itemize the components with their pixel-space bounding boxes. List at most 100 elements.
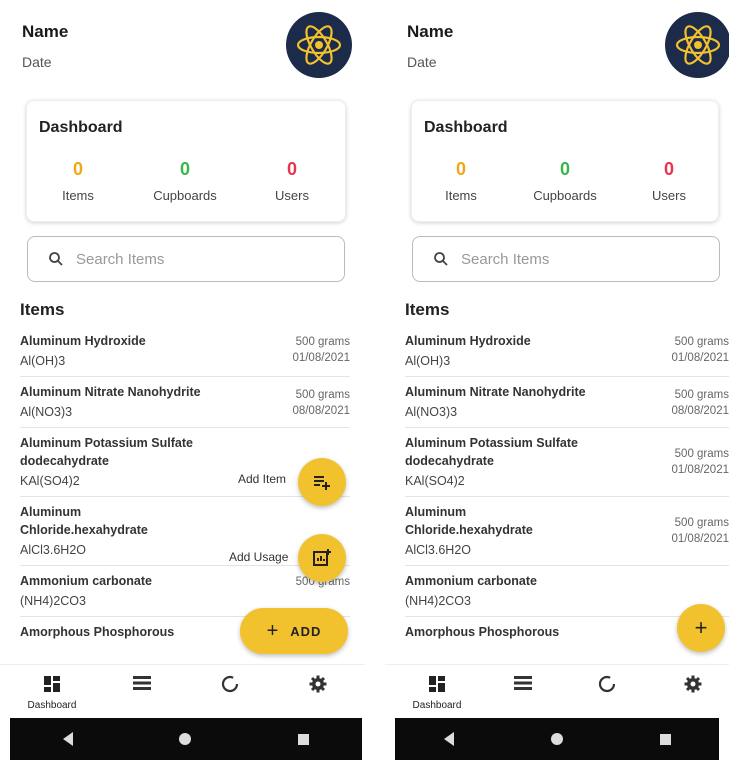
nav-list[interactable] (493, 675, 553, 696)
search-icon (434, 252, 448, 266)
add-button-label: ADD (290, 623, 322, 639)
item-quantity: 500 grams (674, 336, 729, 348)
list-item[interactable]: Ammonium carbonate (NH4)2CO3 (405, 566, 729, 617)
item-date: 08/08/2021 (292, 405, 350, 417)
stat-users[interactable]: 0 Users (624, 159, 714, 203)
user-name: Name (407, 22, 454, 41)
dashboard-card: Dashboard 0 Items 0 Cupboards 0 Users (411, 100, 719, 222)
add-button[interactable]: + ADD (240, 608, 348, 654)
stat-cupboards[interactable]: 0 Cupboards (520, 159, 610, 203)
stat-cupboards-value: 0 (559, 159, 570, 179)
stat-items[interactable]: 0 Items (33, 159, 123, 203)
stat-users-label: Users (652, 188, 686, 203)
add-usage-label: Add Usage (229, 550, 289, 564)
plus-icon: + (694, 615, 708, 640)
search-input[interactable]: Search Items (412, 236, 720, 282)
item-date: 01/08/2021 (671, 352, 729, 364)
avatar[interactable] (665, 12, 729, 78)
current-date: Date (22, 54, 52, 70)
playlist-add-icon (314, 476, 330, 490)
list-item[interactable]: 500 grams 01/08/2021 Aluminum Potassium S… (405, 428, 729, 497)
list-item[interactable]: 500 grams 08/08/2021 Aluminum Nitrate Nan… (20, 377, 350, 428)
nav-list[interactable] (112, 675, 172, 696)
recents-icon[interactable] (297, 733, 309, 745)
item-name: Aluminum Chloride.hexahydrate (405, 505, 533, 537)
add-item-button[interactable] (298, 458, 346, 506)
nav-dashboard-label: Dashboard (412, 700, 462, 711)
dashboard-title: Dashboard (39, 119, 123, 136)
items-heading: Items (20, 300, 65, 319)
recents-icon[interactable] (659, 733, 671, 745)
atom-icon (296, 25, 342, 65)
item-quantity: 500 grams (295, 336, 350, 348)
stat-items-value: 0 (72, 159, 83, 179)
list-item[interactable]: 500 grams 01/08/2021 Aluminum Hydroxide A… (405, 326, 729, 377)
nav-stats[interactable] (200, 675, 260, 698)
stat-items[interactable]: 0 Items (416, 159, 506, 203)
stat-users-value: 0 (286, 159, 297, 179)
stat-cupboards-label: Cupboards (533, 188, 597, 203)
current-date: Date (407, 54, 437, 70)
list-icon (133, 676, 151, 690)
stat-users-value: 0 (663, 159, 674, 179)
stat-cupboards-value: 0 (179, 159, 190, 179)
item-name: Aluminum Hydroxide (405, 334, 531, 348)
item-name: Amorphous Phosphorous (20, 625, 175, 639)
stat-items-label: Items (445, 188, 477, 203)
item-name: Amorphous Phosphorous (405, 625, 560, 639)
back-icon[interactable] (443, 732, 454, 746)
item-date: 01/08/2021 (671, 464, 729, 476)
avatar[interactable] (286, 12, 352, 78)
item-name: Aluminum Potassium Sulfate dodecahydrate (20, 436, 193, 468)
system-nav-bar (10, 718, 362, 760)
item-date: 08/08/2021 (671, 405, 729, 417)
nav-dashboard[interactable]: Dashboard (22, 675, 82, 711)
items-list: 500 grams 01/08/2021 Aluminum Hydroxide A… (405, 326, 729, 647)
list-item[interactable]: 500 grams 01/08/2021 Aluminum Chloride.he… (405, 497, 729, 566)
dashboard-icon (44, 676, 60, 692)
search-icon (49, 252, 63, 266)
item-name: Aluminum Hydroxide (20, 334, 146, 348)
stat-users[interactable]: 0 Users (247, 159, 337, 203)
list-item[interactable]: 500 grams 08/08/2021 Aluminum Nitrate Nan… (405, 377, 729, 428)
item-quantity: 500 grams (295, 389, 350, 401)
item-name: Aluminum Chloride.hexahydrate (20, 505, 148, 537)
user-name: Name (22, 22, 69, 41)
stat-items-value: 0 (455, 159, 466, 179)
home-icon[interactable] (550, 733, 563, 745)
nav-dashboard[interactable]: Dashboard (407, 675, 467, 711)
add-chart-icon (313, 549, 331, 566)
phone-screen-collapsed-fab: Name Date Dashboard 0 Items 0 Cupboards … (385, 0, 729, 760)
item-name: Aluminum Potassium Sulfate dodecahydrate (405, 436, 578, 468)
item-date: 01/08/2021 (671, 533, 729, 545)
item-quantity: 500 grams (674, 517, 729, 529)
add-fab-button[interactable]: + (677, 604, 725, 652)
search-input[interactable]: Search Items (27, 236, 345, 282)
nav-settings[interactable] (288, 675, 348, 698)
nav-settings[interactable] (663, 675, 723, 698)
list-item[interactable]: 500 grams 01/08/2021 Aluminum Hydroxide A… (20, 326, 350, 377)
system-nav-bar (395, 718, 719, 760)
stat-items-label: Items (62, 188, 94, 203)
plus-icon: + (266, 619, 279, 642)
item-quantity: 500 grams (674, 448, 729, 460)
item-formula: (NH4)2CO3 (405, 594, 471, 608)
dashboard-icon (429, 676, 445, 692)
search-placeholder: Search Items (461, 250, 550, 268)
phone-screen-expanded-fab: Name Date Dashboard 0 Items 0 Cupboards … (0, 0, 365, 760)
item-name: Aluminum Nitrate Nanohydrite (405, 385, 586, 399)
stat-users-label: Users (275, 188, 309, 203)
atom-icon (675, 25, 721, 65)
search-placeholder: Search Items (76, 250, 165, 268)
donut-chart-icon (221, 675, 239, 693)
home-icon[interactable] (179, 733, 192, 745)
back-icon[interactable] (63, 732, 74, 746)
add-item-label: Add Item (238, 472, 287, 486)
dashboard-card: Dashboard 0 Items 0 Cupboards 0 Users (26, 100, 346, 222)
item-name: Aluminum Nitrate Nanohydrite (20, 385, 201, 399)
add-usage-button[interactable] (298, 534, 346, 582)
stat-cupboards[interactable]: 0 Cupboards (140, 159, 230, 203)
item-name: Ammonium carbonate (405, 574, 537, 588)
nav-stats[interactable] (577, 675, 637, 698)
items-heading: Items (405, 300, 450, 319)
